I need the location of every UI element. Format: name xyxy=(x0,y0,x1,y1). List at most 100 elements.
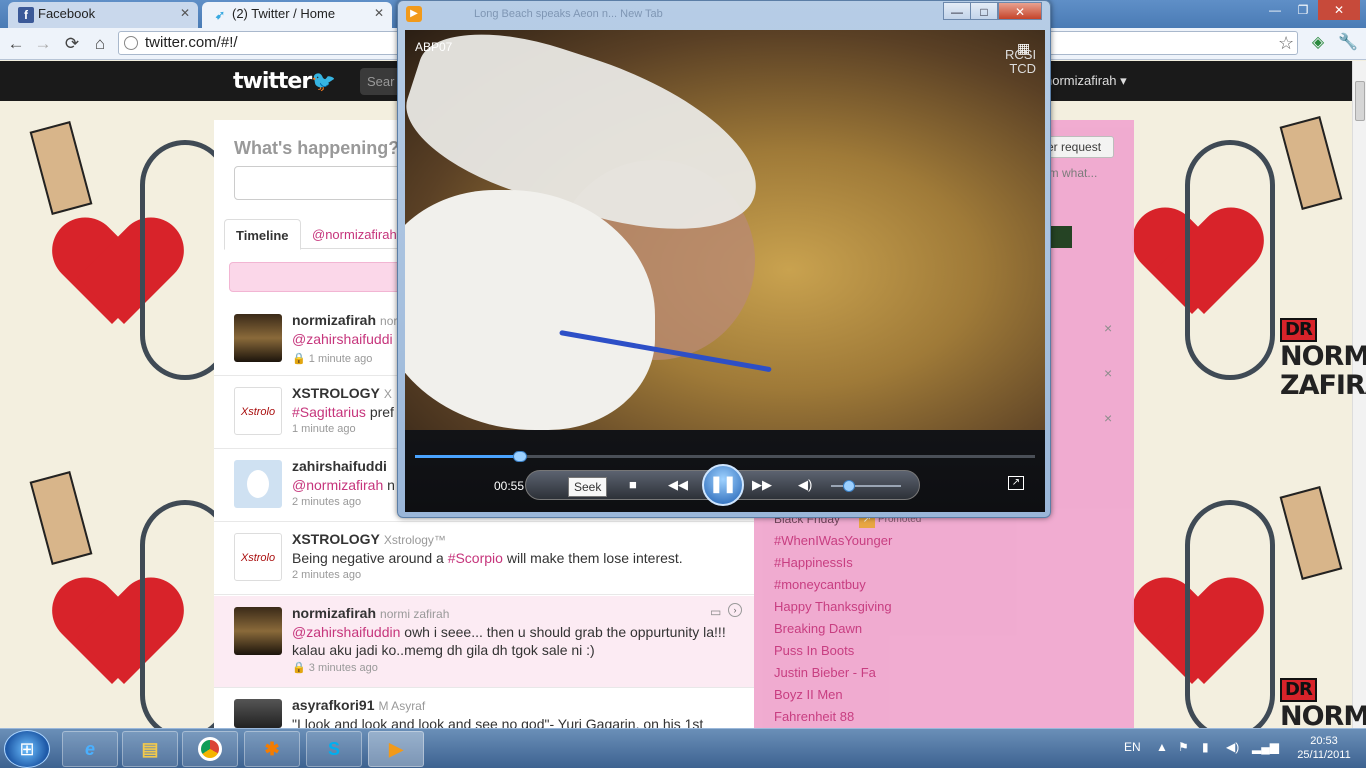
scroll-thumb[interactable] xyxy=(1355,81,1365,121)
close-button[interactable]: ✕ xyxy=(998,2,1042,20)
avatar[interactable] xyxy=(234,460,282,508)
avatar[interactable]: Xstrolo xyxy=(234,533,282,581)
tweet-hashtag[interactable]: #Scorpio xyxy=(448,550,503,566)
avatar[interactable]: Xstrolo xyxy=(234,387,282,435)
tweet-item[interactable]: normizafirah normi zafirah ▭ › @zahirshai… xyxy=(214,596,754,688)
trend-item[interactable]: Happy Thanksgiving xyxy=(774,599,892,614)
previous-button[interactable]: ◀◀ xyxy=(668,477,688,493)
seek-bar[interactable] xyxy=(415,451,1035,462)
browser-minimize-button[interactable]: — xyxy=(1262,0,1288,20)
clock[interactable]: 20:53 25/11/2011 xyxy=(1294,734,1354,762)
close-tab-icon[interactable]: ✕ xyxy=(180,6,190,20)
browser-restore-button[interactable]: ❐ xyxy=(1290,0,1316,20)
tweet-time[interactable]: 1 minute ago xyxy=(309,353,373,365)
address-text: twitter.com/#!/ xyxy=(145,34,238,51)
stethoscope-icon xyxy=(1185,140,1275,380)
media-player-icon[interactable]: ▶ xyxy=(368,731,424,767)
search-placeholder: Sear xyxy=(367,74,395,89)
expand-icon[interactable]: › xyxy=(728,603,742,617)
browser-close-button[interactable]: ✕ xyxy=(1318,0,1360,20)
brand-logo: DR NORMI ZAFIRA xyxy=(1280,312,1366,400)
tweet-mention[interactable]: @zahirshaifuddin xyxy=(292,624,400,640)
luggage-tag-icon xyxy=(1279,486,1343,580)
dismiss-icon[interactable]: × xyxy=(1104,410,1112,426)
tweet-mention[interactable]: @normizafirah xyxy=(292,477,383,493)
maximize-button[interactable]: □ xyxy=(970,2,998,20)
media-player-window[interactable]: ▶ Long Beach speaks Aeon n... New Tab — … xyxy=(397,0,1051,518)
next-button[interactable]: ▶▶ xyxy=(752,477,772,493)
tweet-username[interactable]: XSTROLOGY xyxy=(292,385,380,401)
tweet-hashtag[interactable]: #Sagittarius xyxy=(292,404,366,420)
trend-item[interactable]: Boyz II Men xyxy=(774,687,843,702)
close-tab-icon[interactable]: ✕ xyxy=(374,6,384,20)
tweet-username[interactable]: zahirshaifuddi xyxy=(292,458,387,474)
tab-timeline[interactable]: Timeline xyxy=(224,219,301,250)
trend-item[interactable]: Justin Bieber - Fa xyxy=(774,665,876,680)
skype-icon[interactable]: S xyxy=(306,731,362,767)
internet-explorer-icon[interactable]: e xyxy=(62,731,118,767)
tweet-fullname: nor xyxy=(380,314,398,328)
tweet-username[interactable]: normizafirah xyxy=(292,312,376,328)
flag-icon[interactable]: ⚑ xyxy=(1178,740,1189,754)
forward-icon[interactable]: → xyxy=(32,33,54,55)
network-icon[interactable]: ▂▄▆ xyxy=(1252,740,1279,754)
minimize-button[interactable]: — xyxy=(943,2,971,20)
reply-icon[interactable]: ▭ xyxy=(710,605,721,619)
trend-item[interactable]: #moneycantbuy xyxy=(774,577,866,592)
trend-item[interactable]: Breaking Dawn xyxy=(774,621,862,636)
pause-button[interactable]: ❚❚ xyxy=(702,464,744,506)
bookmark-star-icon[interactable]: ☆ xyxy=(1278,33,1294,54)
tweet-text: n xyxy=(383,477,395,493)
volume-handle[interactable] xyxy=(842,480,855,492)
trend-item[interactable]: #WhenIWasYounger xyxy=(774,533,892,548)
avatar[interactable] xyxy=(234,699,282,728)
windows-taskbar: ⊞ e ▤ ✱ S ▶ EN ▲ ⚑ ▮ ◀) ▂▄▆ 20:53 25/11/… xyxy=(0,728,1366,768)
dismiss-icon[interactable]: × xyxy=(1104,365,1112,381)
language-indicator[interactable]: EN xyxy=(1124,740,1141,754)
seek-handle[interactable] xyxy=(513,451,528,462)
wrench-icon[interactable]: 🔧 xyxy=(1338,34,1358,52)
avatar[interactable] xyxy=(234,314,282,362)
tweet-username[interactable]: XSTROLOGY xyxy=(292,531,380,547)
tab-facebook[interactable]: f Facebook ✕ xyxy=(8,2,198,28)
video-label: ABP07 xyxy=(415,40,453,54)
fullscreen-button[interactable]: ↗ xyxy=(1008,476,1024,490)
start-button[interactable]: ⊞ xyxy=(4,730,50,768)
user-menu[interactable]: normizafirah ▾ xyxy=(1045,73,1127,89)
trend-item[interactable]: Fahrenheit 88 xyxy=(774,709,854,724)
tweet-item[interactable]: Xstrolo XSTROLOGY Xstrology™ Being negati… xyxy=(214,522,754,595)
mute-button[interactable]: ◀) xyxy=(798,477,812,493)
tweet-username[interactable]: asyrafkori91 xyxy=(292,697,375,713)
file-explorer-icon[interactable]: ▤ xyxy=(122,731,178,767)
extension-icon[interactable]: ◈ xyxy=(1309,34,1327,52)
tab-twitter[interactable]: ➹ (2) Twitter / Home ✕ xyxy=(202,2,392,28)
reload-icon[interactable]: ⟳ xyxy=(61,33,83,55)
tab-mentions[interactable]: @normizafirah xyxy=(312,227,397,242)
dismiss-icon[interactable]: × xyxy=(1104,320,1112,336)
chrome-icon[interactable] xyxy=(182,731,238,767)
trend-item[interactable]: #HappinessIs xyxy=(774,555,853,570)
trend-item[interactable]: Puss In Boots xyxy=(774,643,854,658)
avatar[interactable] xyxy=(234,607,282,655)
tweet-item[interactable]: asyrafkori91 M Asyraf "I look and look an… xyxy=(214,688,754,732)
back-icon[interactable]: ← xyxy=(5,33,27,55)
brand-logo-bottom: DR NORM xyxy=(1280,672,1366,731)
twitter-logo[interactable]: twitter🐦 xyxy=(233,69,336,94)
follower-request-button[interactable]: er request xyxy=(1042,136,1114,158)
tweet-time[interactable]: 1 minute ago xyxy=(292,423,356,435)
video-area[interactable]: ABP07 ▦ RCSITCD 00:55 ⟲ ■ ◀◀ ❚❚ ▶▶ ◀) Se… xyxy=(405,30,1045,512)
tweet-time[interactable]: 2 minutes ago xyxy=(292,569,361,581)
volume-icon[interactable]: ◀) xyxy=(1226,740,1239,754)
tweet-time[interactable]: 2 minutes ago xyxy=(292,496,361,508)
tweet-username[interactable]: normizafirah xyxy=(292,605,376,621)
feed-app-icon[interactable]: ✱ xyxy=(244,731,300,767)
stop-button[interactable]: ■ xyxy=(629,477,637,492)
home-icon[interactable]: ⌂ xyxy=(89,33,111,55)
volume-slider[interactable] xyxy=(831,480,901,492)
tweet-text: pref xyxy=(365,404,394,420)
power-icon[interactable]: ▮ xyxy=(1202,740,1209,754)
tweet-time[interactable]: 3 minutes ago xyxy=(309,662,378,674)
show-hidden-icons[interactable]: ▲ xyxy=(1156,740,1168,754)
tweet-mention[interactable]: @zahirshaifuddi xyxy=(292,331,393,347)
brand-line2: ZAFIRA xyxy=(1280,370,1366,401)
